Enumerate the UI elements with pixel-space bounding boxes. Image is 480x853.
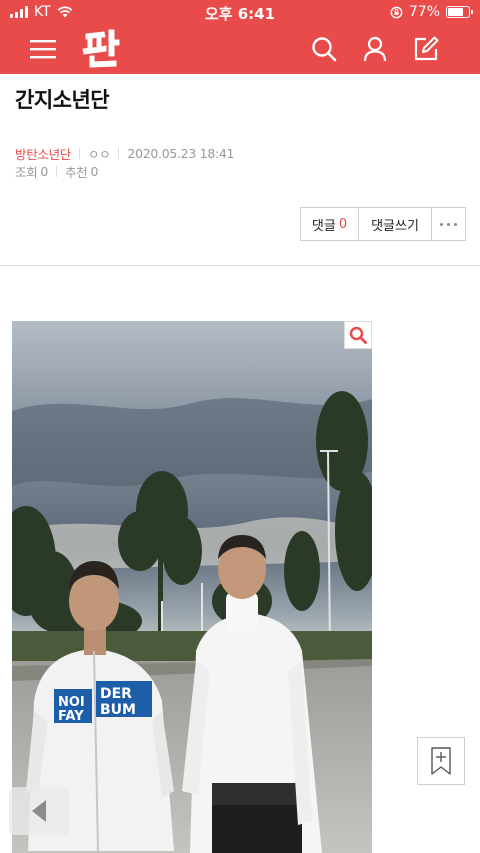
user-icon	[363, 36, 387, 62]
more-icon	[440, 222, 457, 226]
jacket-text-noi: NOI	[58, 695, 85, 710]
likes-count: 0	[90, 164, 99, 179]
battery-fill	[448, 8, 463, 16]
post-datetime: 2020.05.23 18:41	[127, 146, 235, 161]
jacket-text-der: DER	[100, 686, 132, 702]
likes-label: 추천	[65, 165, 88, 180]
app-header	[0, 24, 480, 74]
post-actions: 댓글 0 댓글쓰기	[300, 207, 466, 241]
post-nickname: ㅇㅇ	[88, 147, 111, 162]
post-author[interactable]: 방탄소년단	[15, 144, 71, 163]
zoom-icon	[349, 326, 367, 344]
orientation-lock-icon	[390, 6, 403, 18]
menu-button[interactable]	[24, 30, 62, 68]
pann-logo[interactable]	[80, 26, 122, 70]
status-bar: KT 오후 6:41 77%	[0, 0, 480, 24]
jacket-text-bum: BUM	[100, 702, 136, 718]
more-button[interactable]	[432, 208, 465, 240]
back-arrow-icon	[32, 800, 46, 822]
views-count: 0	[40, 164, 49, 179]
meta-divider	[79, 148, 81, 159]
section-divider	[0, 265, 480, 266]
write-comment-label: 댓글쓰기	[371, 218, 419, 234]
jacket-text-fay: FAY	[58, 709, 84, 724]
write-comment-button[interactable]: 댓글쓰기	[359, 208, 432, 240]
write-button[interactable]	[407, 30, 445, 68]
battery-icon	[446, 6, 473, 18]
post-stats: 조회 0 추천 0	[15, 162, 98, 181]
comments-button[interactable]: 댓글 0	[301, 208, 359, 240]
comments-label: 댓글	[311, 218, 336, 234]
post-meta: 방탄소년단 ㅇㅇ 2020.05.23 18:41	[15, 144, 235, 163]
bookmark-button[interactable]	[417, 737, 465, 785]
zoom-button[interactable]	[344, 321, 372, 349]
bookmark-add-icon	[431, 747, 451, 775]
post-image[interactable]: NOI FAY DER BUM	[12, 321, 372, 853]
search-icon	[312, 37, 337, 62]
back-button[interactable]	[9, 787, 69, 835]
comments-count: 0	[338, 216, 348, 232]
search-button[interactable]	[305, 30, 343, 68]
compose-icon	[414, 36, 439, 61]
battery-percent: 77%	[408, 4, 440, 20]
stats-divider	[56, 166, 58, 177]
meta-divider	[118, 148, 120, 159]
account-button[interactable]	[356, 30, 394, 68]
menu-icon	[30, 40, 56, 59]
views-label: 조회	[15, 165, 38, 180]
status-right: 77%	[390, 4, 473, 20]
post-title: 간지소년단	[15, 88, 110, 112]
